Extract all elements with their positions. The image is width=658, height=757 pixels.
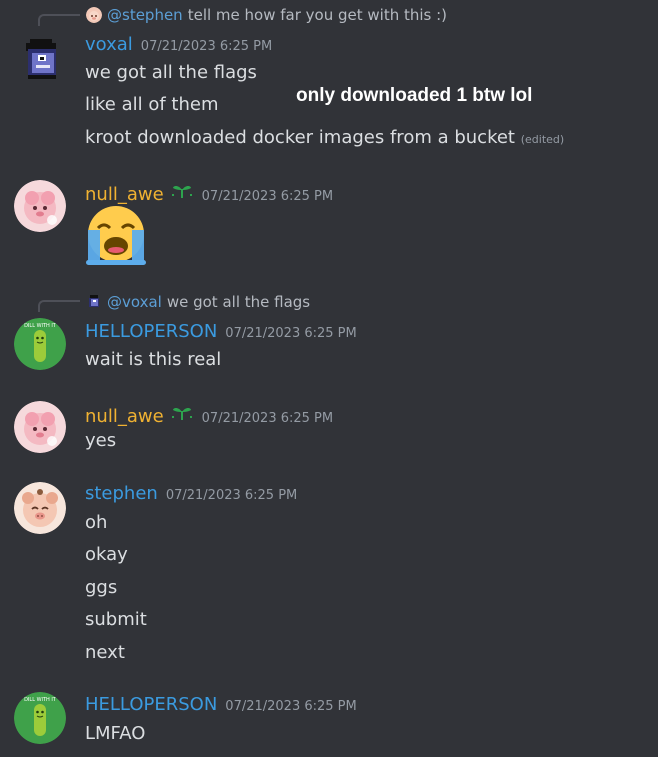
- username[interactable]: null_awe: [85, 184, 164, 205]
- timestamp: 07/21/2023 6:25 PM: [201, 189, 334, 204]
- reply-connector: [38, 14, 80, 26]
- username[interactable]: voxal: [85, 34, 133, 55]
- helloperson-avatar[interactable]: DILL WITH IT: [14, 692, 66, 744]
- message-header: stephen 07/21/2023 6:25 PM: [85, 483, 297, 504]
- reply-text: tell me how far you get with this :): [187, 6, 448, 24]
- voxal-mini-avatar: [86, 294, 102, 310]
- username[interactable]: HELLOPERSON: [85, 321, 217, 342]
- message-text: submit: [85, 609, 147, 630]
- reply-preview[interactable]: @voxal we got all the flags: [86, 292, 310, 312]
- sprout-icon: [170, 402, 194, 422]
- message-text: ggs: [85, 577, 118, 598]
- message-header: HELLOPERSON 07/21/2023 6:25 PM: [85, 694, 357, 715]
- helloperson-avatar[interactable]: DILL WITH IT: [14, 318, 66, 370]
- stephen-mini-avatar: [86, 7, 102, 23]
- voxal-avatar[interactable]: [16, 33, 68, 85]
- reply-mention[interactable]: @stephen: [107, 5, 183, 25]
- message-text: wait is this real: [85, 349, 222, 370]
- message-text: okay: [85, 544, 128, 565]
- overlay-annotation: only downloaded 1 btw lol: [296, 85, 533, 106]
- reply-preview[interactable]: @stephen tell me how far you get with th…: [86, 5, 447, 25]
- message-text: we got all the flags: [85, 62, 257, 83]
- timestamp: 07/21/2023 6:25 PM: [165, 488, 298, 503]
- stephen-avatar[interactable]: [14, 482, 66, 534]
- message-header: null_awe 07/21/2023 6:25 PM: [85, 402, 333, 427]
- message-header: HELLOPERSON 07/21/2023 6:25 PM: [85, 321, 357, 342]
- loudly-crying-face-icon[interactable]: [84, 204, 148, 268]
- timestamp: 07/21/2023 6:25 PM: [225, 699, 357, 714]
- timestamp: 07/21/2023 6:25 PM: [201, 411, 334, 426]
- message-text: next: [85, 642, 125, 663]
- edited-label: (edited): [520, 133, 565, 146]
- message-header: voxal 07/21/2023 6:25 PM: [85, 34, 272, 55]
- username[interactable]: HELLOPERSON: [85, 694, 217, 715]
- timestamp: 07/21/2023 6:25 PM: [140, 39, 273, 54]
- message-text: like all of them: [85, 94, 219, 115]
- null-awe-avatar[interactable]: [14, 180, 66, 232]
- null-awe-avatar[interactable]: [14, 401, 66, 453]
- svg-text:DILL WITH IT: DILL WITH IT: [24, 697, 57, 703]
- message-text: yes: [85, 430, 117, 451]
- reply-text: we got all the flags: [166, 293, 311, 311]
- sprout-icon: [170, 180, 194, 200]
- username[interactable]: null_awe: [85, 406, 164, 427]
- message-text: kroot downloaded docker images from a bu…: [85, 126, 564, 152]
- username[interactable]: stephen: [85, 483, 158, 504]
- message-line: kroot downloaded docker images from a bu…: [85, 127, 515, 148]
- reply-connector: [38, 300, 80, 312]
- timestamp: 07/21/2023 6:25 PM: [225, 326, 357, 341]
- message-header: null_awe 07/21/2023 6:25 PM: [85, 180, 333, 205]
- reply-mention[interactable]: @voxal: [107, 292, 162, 312]
- message-text: oh: [85, 512, 108, 533]
- svg-text:DILL WITH IT: DILL WITH IT: [24, 323, 57, 329]
- message-text: LMFAO: [85, 723, 146, 744]
